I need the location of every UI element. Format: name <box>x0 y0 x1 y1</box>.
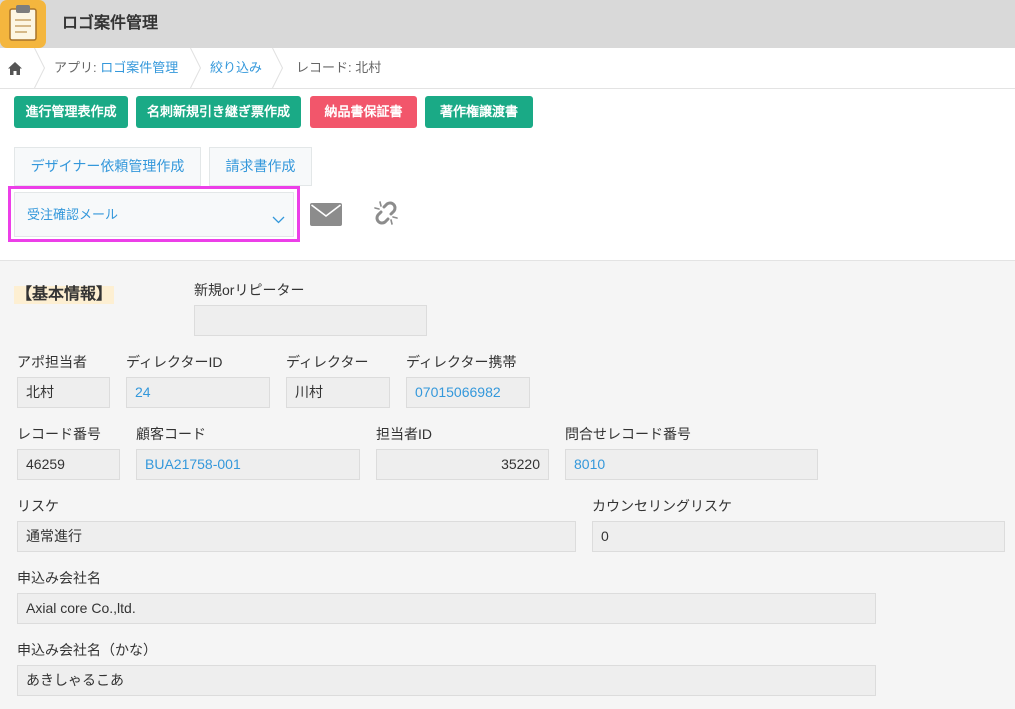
director-mobile-field: ディレクター携帯 07015066982 <box>406 353 530 408</box>
inquiry-record-number-field: 問合せレコード番号 8010 <box>565 425 818 480</box>
delivery-warranty-button[interactable]: 納品書保証書 <box>310 96 417 128</box>
director-field: ディレクター 川村 <box>286 353 390 408</box>
progress-sheet-button[interactable]: 進行管理表作成 <box>14 96 128 128</box>
company-name-kana-label: 申込み会社名（かな） <box>17 642 157 658</box>
company-name-kana-value: あきしゃるこあ <box>17 665 876 696</box>
staff-id-field: 担当者ID 35220 <box>376 425 549 480</box>
director-mobile-label: ディレクター携帯 <box>406 354 517 370</box>
broken-link-icon[interactable] <box>371 198 401 228</box>
section-title: 【基本情報】 <box>14 286 115 304</box>
breadcrumb-separator <box>34 47 46 89</box>
counseling-reschedule-value: 0 <box>592 521 1005 552</box>
invoice-create-button[interactable]: 請求書作成 <box>209 147 312 186</box>
company-name-value: Axial core Co.,ltd. <box>17 593 876 624</box>
record-number-label: レコード番号 <box>17 426 101 442</box>
mail-template-select-value: 受注確認メール <box>27 207 119 222</box>
director-value: 川村 <box>286 377 390 408</box>
company-name-label: 申込み会社名 <box>17 570 101 586</box>
app-title: ロゴ案件管理 <box>62 15 159 32</box>
breadcrumb-app-link[interactable]: ロゴ案件管理 <box>100 60 178 75</box>
reschedule-field: リスケ 通常進行 <box>17 497 576 552</box>
director-label: ディレクター <box>286 354 369 370</box>
breadcrumb-separator <box>272 47 284 89</box>
appointment-owner-label: アポ担当者 <box>17 354 87 370</box>
breadcrumb: アプリ: ロゴ案件管理 絞り込み レコード: 北村 <box>0 47 1015 89</box>
breadcrumb-app-prefix: アプリ: <box>54 60 101 75</box>
inquiry-record-number-label: 問合せレコード番号 <box>565 426 691 442</box>
reschedule-label: リスケ <box>17 498 59 514</box>
counseling-reschedule-label: カウンセリングリスケ <box>592 498 732 514</box>
director-id-label: ディレクターID <box>126 354 223 370</box>
home-icon[interactable] <box>8 62 22 75</box>
clipboard-icon[interactable] <box>0 0 46 48</box>
customer-code-label: 顧客コード <box>136 426 206 442</box>
new-or-repeat-field: 新規orリピーター <box>194 281 427 336</box>
appointment-owner-value: 北村 <box>17 377 110 408</box>
director-id-value[interactable]: 24 <box>126 377 270 408</box>
staff-id-label: 担当者ID <box>376 426 432 442</box>
company-name-field: 申込み会社名 Axial core Co.,ltd. <box>17 569 876 624</box>
counseling-reschedule-field: カウンセリングリスケ 0 <box>592 497 1005 552</box>
new-or-repeat-label: 新規orリピーター <box>194 282 305 298</box>
breadcrumb-app: アプリ: ロゴ案件管理 <box>54 48 178 88</box>
breadcrumb-separator <box>190 47 202 89</box>
reschedule-value: 通常進行 <box>17 521 576 552</box>
designer-request-button[interactable]: デザイナー依頼管理作成 <box>14 147 201 186</box>
mail-template-select[interactable]: 受注確認メール <box>14 192 294 237</box>
record-number-field: レコード番号 46259 <box>17 425 120 480</box>
copyright-transfer-button[interactable]: 著作権譲渡書 <box>425 96 533 128</box>
app-header: ロゴ案件管理 <box>0 0 1015 48</box>
customer-code-field: 顧客コード BUA21758-001 <box>136 425 360 480</box>
director-id-field: ディレクターID 24 <box>126 353 270 408</box>
staff-id-value: 35220 <box>376 449 549 480</box>
director-mobile-value[interactable]: 07015066982 <box>406 377 530 408</box>
business-card-handover-button[interactable]: 名刺新規引き継ぎ票作成 <box>136 96 301 128</box>
appointment-owner-field: アポ担当者 北村 <box>17 353 110 408</box>
customer-code-value[interactable]: BUA21758-001 <box>136 449 360 480</box>
mail-icon[interactable] <box>310 203 342 226</box>
breadcrumb-record: レコード: 北村 <box>296 60 382 75</box>
breadcrumb-filter-link[interactable]: 絞り込み <box>210 48 262 88</box>
company-name-kana-field: 申込み会社名（かな） あきしゃるこあ <box>17 641 876 696</box>
new-or-repeat-value <box>194 305 427 336</box>
chevron-down-icon <box>272 211 285 224</box>
inquiry-record-number-value[interactable]: 8010 <box>565 449 818 480</box>
record-number-value: 46259 <box>17 449 120 480</box>
